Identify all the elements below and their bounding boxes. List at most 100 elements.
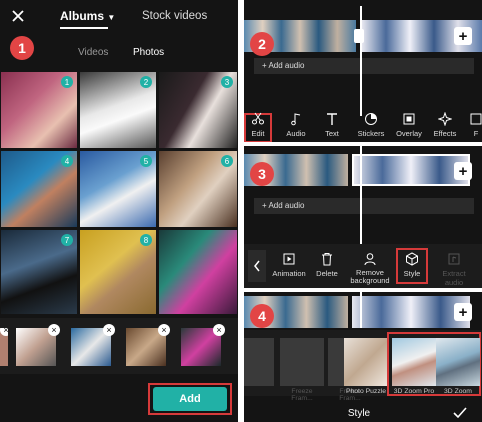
selection-number: 5 (140, 155, 152, 167)
back-button[interactable] (248, 250, 266, 282)
selection-number: 3 (221, 76, 233, 88)
step-badge-4: 4 (250, 304, 274, 328)
photo-tile[interactable] (159, 230, 237, 314)
remove-icon[interactable]: × (158, 324, 170, 336)
audio-track[interactable]: + Add audio (254, 58, 474, 74)
tool-text[interactable]: Text (315, 110, 349, 142)
extract-audio-icon (448, 253, 460, 265)
add-clip-button[interactable]: + (454, 27, 472, 45)
photo-tile[interactable]: 3 (159, 72, 237, 148)
tool-label: Text (325, 129, 339, 138)
bottom-toolbar: Edit Audio Text Stickers Overlay Effects… (244, 110, 482, 142)
tool-label: Animation (272, 269, 306, 278)
tab-stock-videos[interactable]: Stock videos (142, 10, 207, 22)
photo-tile[interactable]: 2 (80, 72, 156, 148)
photo-tile[interactable]: 1 (1, 72, 77, 148)
tool-label: Effects (433, 129, 457, 138)
tool-label: Stickers (357, 129, 385, 138)
add-clip-button[interactable]: + (454, 303, 472, 321)
selected-thumb[interactable]: × (181, 324, 225, 366)
overlay-icon (403, 113, 415, 125)
tool-label: Extract audio (442, 269, 466, 287)
albums-label: Albums (60, 9, 105, 23)
style-label: Freeze Fram... (291, 388, 313, 402)
filter-icon (470, 113, 482, 125)
sparkle-icon (438, 112, 452, 126)
style-card-3d-zoom[interactable]: 3D Zoom (436, 338, 480, 398)
clip-handle[interactable] (354, 29, 364, 43)
playhead[interactable] (360, 146, 362, 244)
confirm-button[interactable] (452, 406, 468, 420)
sticker-icon (365, 113, 377, 125)
style-card[interactable] (244, 338, 274, 398)
video-clip-track-selected[interactable] (352, 154, 470, 186)
photo-tile[interactable]: 7 (1, 230, 77, 314)
photo-tile[interactable]: 6 (159, 151, 237, 227)
tool-label: Edit (251, 129, 265, 138)
remove-icon[interactable]: × (48, 324, 60, 336)
selected-thumb[interactable]: × (71, 324, 115, 366)
selected-thumb[interactable]: × (16, 324, 60, 366)
trash-icon (322, 253, 332, 266)
selected-thumb[interactable]: × (0, 328, 8, 366)
style-card-photo-puzzle[interactable]: Photo Puzzle (344, 338, 388, 398)
remove-icon[interactable]: × (213, 324, 225, 336)
style-card-freeze-frame[interactable]: Freeze Fram... (280, 338, 324, 402)
audio-track[interactable]: + Add audio (254, 198, 474, 214)
tool-style[interactable]: Style (395, 250, 429, 282)
tab-videos[interactable]: Videos (78, 47, 108, 58)
remove-icon[interactable]: × (0, 328, 8, 336)
photo-picker-panel: Albums ▼ Stock videos 1 Videos Photos 1 … (0, 0, 238, 422)
tool-label: Delete (316, 269, 338, 278)
photo-tile[interactable]: 4 (1, 151, 77, 227)
playhead[interactable] (360, 292, 362, 328)
music-note-icon (291, 113, 301, 126)
selected-strip: × × × × × (0, 318, 238, 374)
edit-toolbar: Animation Delete Remove background Style… (244, 244, 482, 288)
add-audio-label: + Add audio (262, 201, 305, 210)
tab-photos[interactable]: Photos (133, 47, 164, 58)
tool-delete[interactable]: Delete (310, 250, 344, 282)
video-clip-track[interactable] (352, 296, 470, 328)
style-card-3d-zoom-pro[interactable]: 3D Zoom Pro (392, 338, 436, 398)
remove-icon[interactable]: × (103, 324, 115, 336)
add-clip-button[interactable]: + (454, 162, 472, 180)
photo-tile[interactable]: 5 (80, 151, 156, 227)
tool-overlay[interactable]: Overlay (392, 110, 426, 142)
timeline-panel-2: + 2 + Add audio Edit Audio Text Stickers… (244, 0, 482, 142)
tool-effects[interactable]: Effects (428, 110, 462, 142)
step-badge-3: 3 (250, 162, 274, 186)
tool-label: Style (403, 269, 421, 278)
tool-extract-audio[interactable]: Extract audio (434, 250, 474, 287)
add-audio-label: + Add audio (262, 61, 305, 70)
person-icon (364, 253, 376, 266)
albums-underline (60, 27, 108, 29)
photo-tile[interactable]: 8 (80, 230, 156, 314)
tool-label: Remove background (350, 268, 390, 285)
close-button[interactable] (10, 8, 26, 24)
chevron-left-icon (254, 260, 260, 272)
tool-audio[interactable]: Audio (279, 110, 313, 142)
style-panel: + 4 Freeze Fram... Freeze Fram... Photo … (244, 292, 482, 422)
timeline-panel-3: + 3 + Add audio Animation Delete Remove … (244, 146, 482, 288)
close-icon (12, 10, 24, 22)
albums-dropdown[interactable]: Albums ▼ (60, 9, 115, 23)
selection-number: 8 (140, 234, 152, 246)
tool-label: Audio (286, 129, 306, 138)
tool-animation[interactable]: Animation (270, 250, 308, 282)
step-badge-1: 1 (10, 36, 34, 60)
tool-edit[interactable]: Edit (244, 110, 275, 142)
style-footer-title: Style (347, 408, 371, 419)
chevron-down-icon: ▼ (107, 13, 116, 22)
playhead[interactable] (360, 6, 362, 116)
tool-filters[interactable]: F (466, 110, 482, 142)
cube-icon (406, 252, 418, 266)
scissors-icon (252, 112, 264, 125)
style-label: Photo Puzzle (345, 388, 387, 395)
selected-thumb[interactable]: × (126, 324, 170, 366)
tool-remove-background[interactable]: Remove background (348, 250, 392, 285)
selection-number: 2 (140, 76, 152, 88)
animation-icon (283, 253, 295, 265)
style-label: 3D Zoom Pro (393, 388, 435, 395)
add-button[interactable]: Add (153, 387, 227, 411)
